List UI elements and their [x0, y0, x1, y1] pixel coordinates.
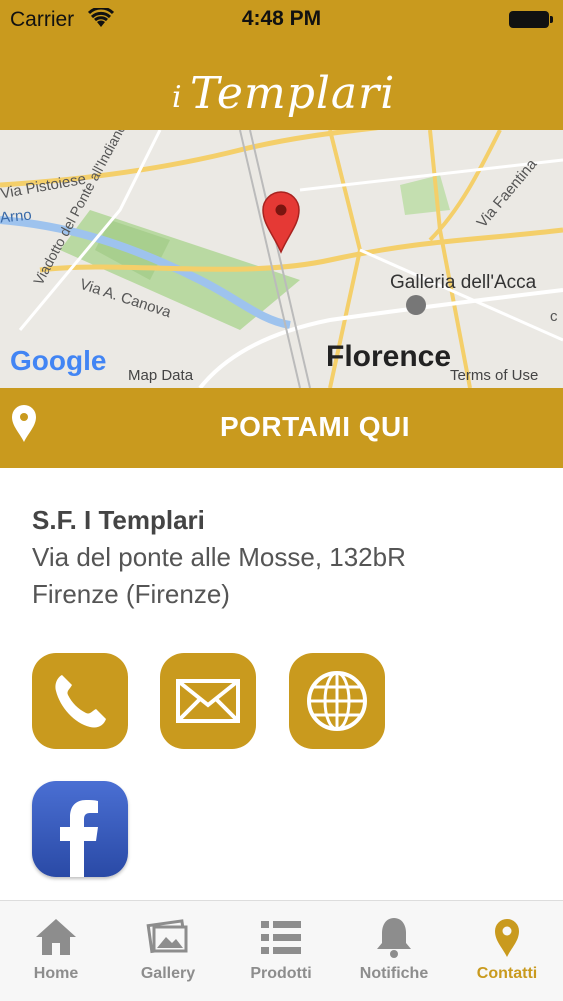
business-address: Via del ponte alle Mosse, 132bR — [32, 542, 406, 572]
tab-bar: Home Gallery Prodotti Notifiche Contatti — [0, 900, 563, 1001]
facebook-button[interactable] — [32, 781, 128, 877]
list-icon — [261, 921, 301, 954]
tab-home[interactable]: Home — [0, 901, 112, 1001]
call-button[interactable] — [32, 653, 128, 749]
map-label-arno: Arno — [0, 206, 33, 227]
map-view[interactable]: Via Pistoiese Arno Viadotto del Ponte al… — [0, 130, 563, 388]
map-data-link[interactable]: Map Data — [128, 367, 193, 384]
map-pin-icon[interactable] — [261, 190, 301, 254]
phone-icon — [55, 675, 106, 728]
tab-prodotti[interactable]: Prodotti — [225, 901, 337, 1001]
terms-of-use-link[interactable]: Terms of Use — [450, 367, 538, 384]
google-logo: Google — [10, 345, 106, 377]
location-icon — [495, 919, 519, 957]
tab-notifiche-label: Notifiche — [359, 965, 429, 982]
globe-icon — [307, 671, 367, 731]
business-name: S.F. I Templari — [32, 505, 205, 535]
app-logo: Templari — [190, 68, 396, 119]
portami-qui-button[interactable]: PORTAMI QUI — [0, 388, 563, 468]
clock: 4:48 PM — [241, 7, 322, 30]
map-label-c: c — [550, 308, 558, 325]
tab-contatti[interactable]: Contatti — [451, 901, 563, 1001]
business-city: Firenze (Firenze) — [32, 579, 230, 609]
google-logo-text: Google — [10, 345, 107, 376]
museum-icon — [406, 295, 426, 315]
tab-notifiche[interactable]: Notifiche — [338, 901, 450, 1001]
facebook-icon — [60, 800, 98, 877]
map-label-galleria: Galleria dell'Acca — [390, 272, 537, 293]
app-header: i Templari — [0, 38, 563, 130]
email-button[interactable] — [160, 653, 256, 749]
mail-icon — [176, 679, 240, 723]
logo-prefix: i — [172, 80, 182, 115]
business-info: S.F. I Templari Via del ponte alle Mosse… — [32, 505, 552, 610]
tab-gallery-label: Gallery — [140, 965, 196, 982]
website-button[interactable] — [289, 653, 385, 749]
tab-contatti-label: Contatti — [476, 965, 538, 982]
bell-icon — [377, 918, 411, 958]
map-label-florence: Florence — [326, 340, 452, 373]
tab-gallery[interactable]: Gallery — [112, 901, 224, 1001]
portami-qui-label: PORTAMI QUI — [219, 411, 411, 442]
home-icon — [36, 919, 76, 955]
gallery-icon — [146, 919, 188, 954]
battery-icon — [509, 11, 553, 28]
status-bar: Carrier 4:48 PM — [0, 0, 563, 38]
tab-home-label: Home — [33, 965, 79, 982]
tab-prodotti-label: Prodotti — [250, 965, 312, 982]
